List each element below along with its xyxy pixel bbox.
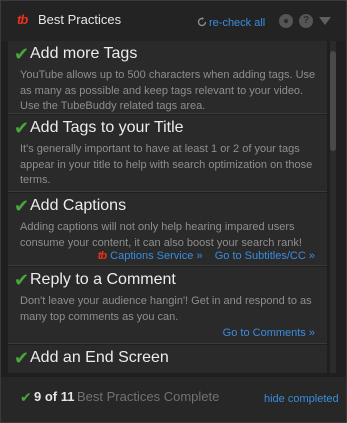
practice-description: YouTube allows up to 500 characters when… <box>20 69 316 112</box>
practice-item-reply-to-comment: ✔ Reply to a Comment Don't leave your au… <box>8 267 327 344</box>
practice-description: Don't leave your audience hangin'! Get i… <box>20 295 312 323</box>
practice-description: It's generally important to have at leas… <box>20 143 313 186</box>
tubebuddy-logo: tb <box>17 12 28 27</box>
practice-title[interactable]: Add Tags to your Title <box>30 117 184 139</box>
check-icon: ✔ <box>20 389 32 405</box>
scrollbar-thumb[interactable] <box>330 51 336 151</box>
practice-item-add-captions: ✔ Add Captions Adding captions will not … <box>8 193 327 266</box>
hide-completed-link[interactable]: hide completed <box>264 392 339 406</box>
completed-count: 9 of 11 <box>34 389 75 404</box>
check-icon: ✔ <box>14 348 30 368</box>
check-icon: ✔ <box>14 44 30 64</box>
recheck-all-button[interactable]: re-check all <box>197 16 265 30</box>
practice-title[interactable]: Add an End Screen <box>30 347 169 369</box>
practice-description: Adding captions will not only help heari… <box>20 221 302 249</box>
practice-links: tb Captions Service » Go to Subtitles/CC … <box>98 249 315 263</box>
tubebuddy-mini-logo: tb <box>97 250 107 262</box>
panel-footer: ✔ 9 of 11 Best Practices Complete hide c… <box>1 377 346 422</box>
check-icon: ✔ <box>14 196 30 216</box>
practice-links: Go to Comments » <box>223 326 315 340</box>
captions-service-link[interactable]: Captions Service » <box>110 250 202 262</box>
chevron-down-icon[interactable] <box>319 17 331 25</box>
help-icon[interactable]: ? <box>299 14 313 28</box>
check-icon: ✔ <box>14 118 30 138</box>
panel-title: Best Practices <box>38 12 122 27</box>
gear-icon[interactable] <box>279 14 293 28</box>
practice-title[interactable]: Reply to a Comment <box>30 269 176 291</box>
check-icon: ✔ <box>14 270 30 290</box>
practice-title[interactable]: Add Captions <box>30 195 126 217</box>
best-practices-panel: tb Best Practices re-check all ? ✔ Add m… <box>0 0 347 423</box>
go-to-comments-link[interactable]: Go to Comments » <box>223 327 315 339</box>
practice-item-add-tags-to-title: ✔ Add Tags to your Title It's generally … <box>8 115 327 192</box>
practice-item-add-end-screen: ✔ Add an End Screen <box>8 345 327 373</box>
scrollbar[interactable] <box>330 41 336 373</box>
practice-item-add-more-tags: ✔ Add more Tags YouTube allows up to 500… <box>8 41 327 114</box>
go-to-subtitles-link[interactable]: Go to Subtitles/CC » <box>215 250 315 262</box>
recheck-all-label: re-check all <box>209 17 266 29</box>
completed-label: Best Practices Complete <box>77 389 220 404</box>
practice-title[interactable]: Add more Tags <box>30 43 137 65</box>
refresh-icon <box>197 17 207 27</box>
panel-header: tb Best Practices re-check all ? <box>1 1 346 41</box>
practices-list: ✔ Add more Tags YouTube allows up to 500… <box>8 41 327 373</box>
